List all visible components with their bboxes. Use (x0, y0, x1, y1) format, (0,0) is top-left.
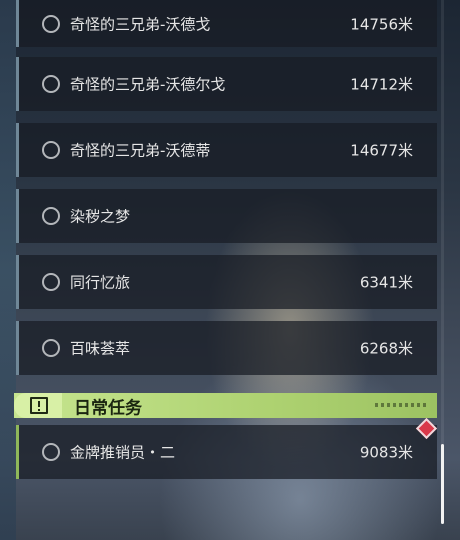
circle-icon (42, 141, 60, 159)
task-distance: 6268米 (359, 339, 413, 358)
task-name: 奇怪的三兄弟-沃德尔戈 (70, 75, 226, 94)
daily-tasks-header[interactable]: 日常任务 (14, 393, 437, 418)
circle-icon (42, 14, 60, 33)
task-distance: 14756米 (350, 15, 413, 33)
circle-icon (42, 339, 60, 357)
task-row[interactable]: 奇怪的三兄弟-沃德蒂 14677米 (16, 123, 437, 177)
scrollbar-thumb[interactable] (441, 444, 444, 524)
task-row[interactable]: 同行忆旅 6341米 (16, 255, 437, 309)
task-name: 百味荟萃 (70, 339, 131, 358)
circle-icon (42, 207, 60, 225)
left-edge-strip (0, 0, 16, 540)
task-distance: 14677米 (350, 141, 413, 160)
task-name: 金牌推销员・二 (70, 443, 176, 462)
task-row[interactable]: 染秽之梦 (16, 189, 437, 243)
task-row[interactable]: 百味荟萃 6268米 (16, 321, 437, 375)
task-row[interactable]: 奇怪的三兄弟-沃德尔戈 14712米 (16, 57, 437, 111)
task-row[interactable]: 奇怪的三兄弟-沃德戈 14756米 (16, 0, 437, 47)
task-name: 奇怪的三兄弟-沃德蒂 (70, 141, 211, 160)
task-name: 染秽之梦 (70, 207, 131, 226)
alert-icon (30, 397, 48, 414)
task-distance: 9083米 (359, 443, 413, 462)
circle-icon (42, 443, 60, 461)
circle-icon (42, 75, 60, 93)
section-icon-box (14, 393, 62, 418)
task-distance: 14712米 (350, 75, 413, 94)
section-decoration (375, 403, 429, 407)
task-name: 同行忆旅 (70, 273, 131, 292)
section-title: 日常任务 (74, 398, 142, 418)
daily-task-row[interactable]: 金牌推销员・二 9083米 (16, 425, 437, 479)
task-distance: 6341米 (359, 273, 413, 292)
circle-icon (42, 273, 60, 291)
task-name: 奇怪的三兄弟-沃德戈 (70, 15, 211, 33)
